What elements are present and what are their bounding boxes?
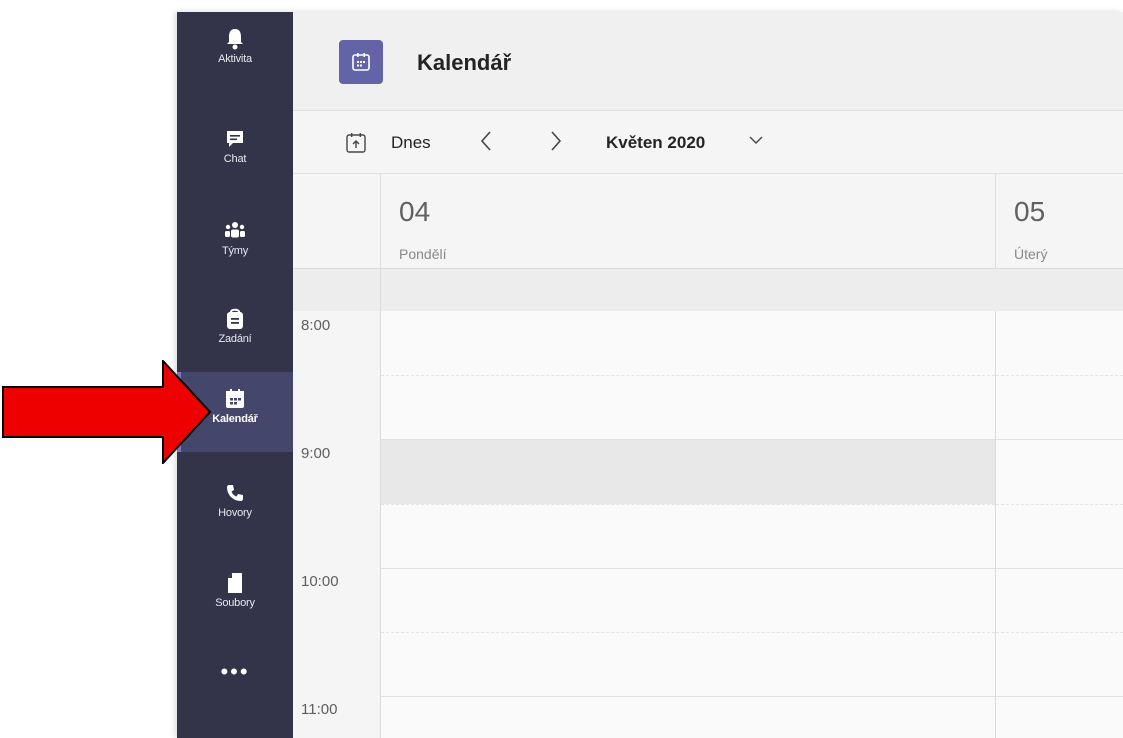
time-label: 11:00 (301, 701, 338, 718)
half-hour-line (381, 375, 995, 376)
rail-item-label: Zadání (218, 333, 252, 345)
rail-item-label: Aktivita (218, 53, 252, 65)
time-label: 9:00 (301, 445, 331, 462)
chevron-down-icon[interactable] (748, 132, 764, 153)
rail-item-label: Chat (223, 153, 247, 165)
month-picker[interactable]: Květen 2020 (606, 133, 705, 153)
hour-line (381, 439, 995, 440)
rail-item-files[interactable]: Soubory (177, 556, 293, 636)
day-name: Úterý (1014, 246, 1048, 262)
time-label: 10:00 (301, 573, 339, 590)
day-name: Pondělí (399, 246, 447, 262)
calendar-grid: 04 Pondělí 05 Úterý 8:00 9:00 10:00 11:0… (293, 174, 1123, 738)
calendar-toolbar: Dnes Květen 2020 (293, 111, 1123, 174)
rail-item-activity[interactable]: Aktivita (177, 12, 293, 92)
half-hour-line (381, 632, 995, 633)
rail-item-label: Soubory (215, 597, 255, 609)
hour-line (381, 696, 995, 697)
day-number: 05 (1014, 196, 1046, 227)
next-button[interactable] (549, 129, 563, 160)
half-hour-line (381, 504, 995, 505)
calendar-app-icon (339, 40, 383, 84)
day-column-tuesday[interactable] (995, 311, 1123, 738)
hour-line (996, 696, 1123, 697)
rail-item-calls[interactable]: Hovory (177, 466, 293, 546)
rail-item-chat[interactable]: Chat (177, 112, 293, 192)
day-header-tuesday[interactable]: 05 Úterý (995, 174, 1123, 269)
half-hour-line (996, 504, 1123, 505)
allday-row[interactable] (380, 269, 1123, 312)
teams-window: Aktivita Chat Týmy Zadání Kalendář Hovor… (177, 12, 1123, 738)
allday-spacer (293, 269, 380, 312)
previous-button[interactable] (479, 129, 493, 160)
bell-icon (223, 26, 247, 52)
time-header-spacer (293, 174, 380, 269)
chat-icon (223, 126, 247, 152)
more-icon: ••• (220, 659, 250, 684)
day-number: 04 (399, 196, 431, 227)
phone-icon (223, 480, 247, 506)
rail-item-label: Hovory (218, 507, 252, 519)
red-arrow-annotation (2, 360, 212, 464)
day-column-monday[interactable] (380, 311, 995, 738)
rail-item-teams[interactable]: Týmy (177, 204, 293, 284)
hour-line (996, 439, 1123, 440)
files-icon (223, 570, 247, 596)
hour-line (381, 568, 995, 569)
today-button[interactable]: Dnes (391, 133, 431, 153)
hour-line (996, 568, 1123, 569)
day-header-monday[interactable]: 04 Pondělí (380, 174, 995, 269)
page-title: Kalendář (417, 50, 512, 75)
today-icon[interactable] (345, 132, 367, 159)
calendar-icon (223, 386, 247, 412)
rail-item-label: Kalendář (212, 413, 258, 425)
teams-icon (223, 218, 247, 244)
more-apps-button[interactable]: ••• (177, 652, 293, 692)
time-column: 8:00 9:00 10:00 11:00 (293, 311, 380, 738)
app-header: Kalendář (293, 12, 1123, 111)
half-hour-line (996, 375, 1123, 376)
assignments-icon (223, 306, 247, 332)
time-label: 8:00 (301, 317, 331, 334)
rail-item-label: Týmy (221, 245, 249, 257)
hover-slot[interactable] (381, 440, 995, 504)
half-hour-line (996, 632, 1123, 633)
